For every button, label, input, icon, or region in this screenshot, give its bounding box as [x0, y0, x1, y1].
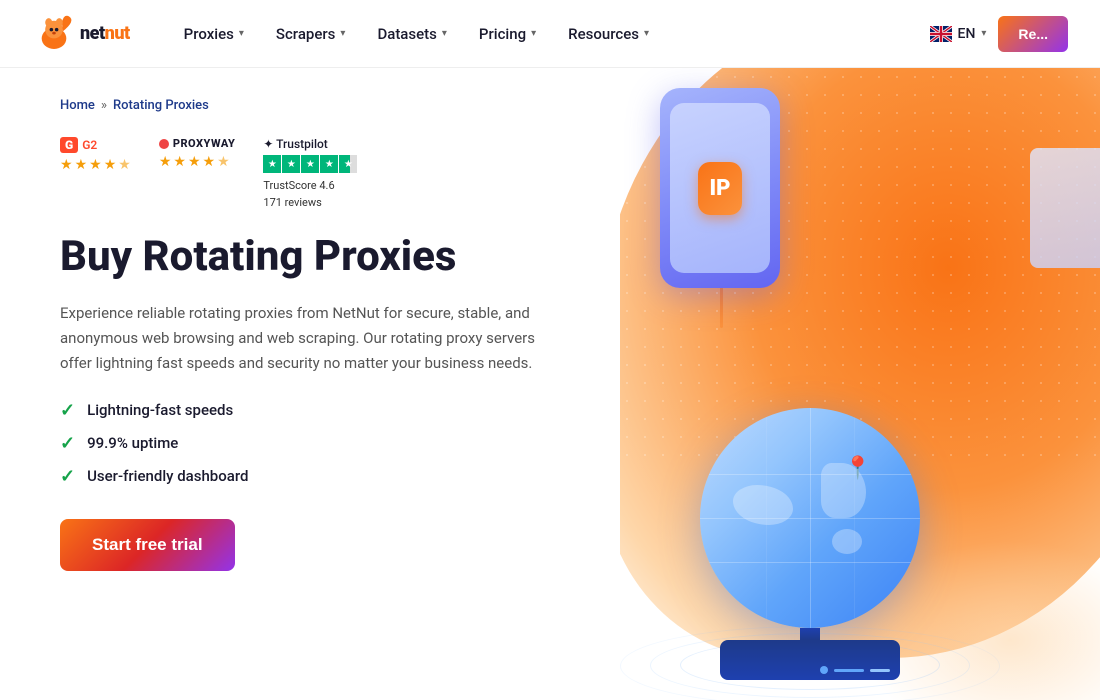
g2-rating: G G2 ★ ★ ★ ★ ★: [60, 137, 131, 173]
language-label: EN: [958, 26, 976, 42]
g2-logo-badge: G: [60, 137, 78, 153]
star-1: ★: [159, 154, 172, 170]
globe-illustration: 📍: [700, 408, 920, 680]
phone-body: IP: [660, 88, 780, 288]
ratings-row: G G2 ★ ★ ★ ★ ★ PROXYWAY ★: [60, 137, 580, 209]
logo[interactable]: netnut: [32, 12, 130, 56]
trustpilot-rating: ✦ Trustpilot ★ ★ ★ ★ ★ TrustScore 4.6 17…: [263, 137, 357, 209]
tp-star-2: ★: [282, 155, 300, 173]
tp-star-4: ★: [320, 155, 338, 173]
star-3: ★: [89, 157, 102, 173]
laptop-illustration: [1030, 148, 1100, 268]
right-illustration: IP: [620, 68, 1100, 700]
breadcrumb-current: Rotating Proxies: [113, 98, 209, 113]
proxyway-dot: [159, 139, 169, 149]
register-button[interactable]: Re...: [998, 16, 1068, 52]
language-selector[interactable]: EN ▾: [930, 26, 987, 42]
feature-1: ✓ Lightning-fast speeds: [60, 400, 580, 421]
star-2: ★: [75, 157, 88, 173]
nav-links: Proxies ▾ Scrapers ▾ Datasets ▾ Pricing …: [170, 17, 930, 51]
left-content: Home » Rotating Proxies G G2 ★ ★ ★ ★ ★: [0, 68, 620, 700]
g2-stars: ★ ★ ★ ★ ★: [60, 157, 131, 173]
base-line-1: [834, 669, 864, 672]
proxyway-label: PROXYWAY: [173, 137, 236, 150]
g2-label: G2: [82, 138, 97, 152]
base-line-2: [870, 669, 890, 672]
lang-chevron-icon: ▾: [981, 28, 986, 39]
globe-sphere: 📍: [700, 408, 920, 628]
globe-base-detail: [820, 666, 890, 674]
globe-with-rings: 📍: [700, 408, 920, 680]
check-icon: ✓: [60, 400, 75, 421]
breadcrumb: Home » Rotating Proxies: [60, 98, 580, 113]
chevron-down-icon: ▾: [644, 28, 649, 39]
breadcrumb-separator: »: [101, 98, 107, 113]
globe-stand: [800, 628, 820, 640]
feature-text-3: User-friendly dashboard: [87, 467, 248, 485]
base-indicator: [820, 666, 828, 674]
navbar: netnut Proxies ▾ Scrapers ▾ Datasets ▾ P…: [0, 0, 1100, 68]
feature-2: ✓ 99.9% uptime: [60, 433, 580, 454]
feature-text-1: Lightning-fast speeds: [87, 401, 233, 419]
nav-resources-label: Resources: [568, 25, 639, 43]
nav-proxies-label: Proxies: [184, 25, 234, 43]
globe-base: [720, 640, 900, 680]
tp-star-3: ★: [301, 155, 319, 173]
star-5: ★: [217, 154, 230, 170]
breadcrumb-home[interactable]: Home: [60, 98, 95, 113]
check-icon: ✓: [60, 433, 75, 454]
location-pin: 📍: [844, 456, 871, 481]
continent-3: [832, 529, 862, 554]
chevron-down-icon: ▾: [239, 28, 244, 39]
nav-resources[interactable]: Resources ▾: [554, 17, 663, 51]
main-content: Home » Rotating Proxies G G2 ★ ★ ★ ★ ★: [0, 68, 1100, 700]
nav-scrapers-label: Scrapers: [276, 25, 336, 43]
star-4: ★: [104, 157, 117, 173]
proxyway-rating: PROXYWAY ★ ★ ★ ★ ★: [159, 137, 236, 170]
feature-text-2: 99.9% uptime: [87, 434, 178, 452]
continent-1: [733, 485, 793, 525]
nav-datasets-label: Datasets: [377, 25, 436, 43]
trustpilot-reviews: 171 reviews: [263, 196, 357, 209]
star-5: ★: [118, 157, 131, 173]
check-icon: ✓: [60, 466, 75, 487]
phone-screen: IP: [670, 103, 770, 273]
nav-datasets[interactable]: Datasets ▾: [363, 17, 460, 51]
features-list: ✓ Lightning-fast speeds ✓ 99.9% uptime ✓…: [60, 400, 580, 487]
main-heading: Buy Rotating Proxies: [60, 233, 580, 281]
phone-illustration: IP: [660, 88, 780, 288]
star-1: ★: [60, 157, 73, 173]
nav-right: EN ▾ Re...: [930, 16, 1068, 52]
globe-line: [810, 408, 811, 628]
trustpilot-label: ✦ Trustpilot: [263, 137, 327, 151]
feature-3: ✓ User-friendly dashboard: [60, 466, 580, 487]
ip-badge: IP: [698, 162, 743, 215]
chevron-down-icon: ▾: [531, 28, 536, 39]
logo-text: netnut: [80, 23, 130, 44]
tp-star-1: ★: [263, 155, 281, 173]
star-2: ★: [173, 154, 186, 170]
nav-pricing[interactable]: Pricing ▾: [465, 17, 550, 51]
proxyway-stars: ★ ★ ★ ★ ★: [159, 154, 236, 170]
chevron-down-icon: ▾: [442, 28, 447, 39]
chevron-down-icon: ▾: [340, 28, 345, 39]
nav-pricing-label: Pricing: [479, 25, 526, 43]
star-4: ★: [203, 154, 216, 170]
cta-button[interactable]: Start free trial: [60, 519, 235, 571]
star-3: ★: [188, 154, 201, 170]
trustpilot-stars: ★ ★ ★ ★ ★: [263, 155, 357, 173]
tp-star-5: ★: [339, 155, 357, 173]
trustpilot-score: TrustScore 4.6: [263, 179, 357, 192]
hero-description: Experience reliable rotating proxies fro…: [60, 301, 540, 375]
nav-proxies[interactable]: Proxies ▾: [170, 17, 258, 51]
nav-scrapers[interactable]: Scrapers ▾: [262, 17, 360, 51]
